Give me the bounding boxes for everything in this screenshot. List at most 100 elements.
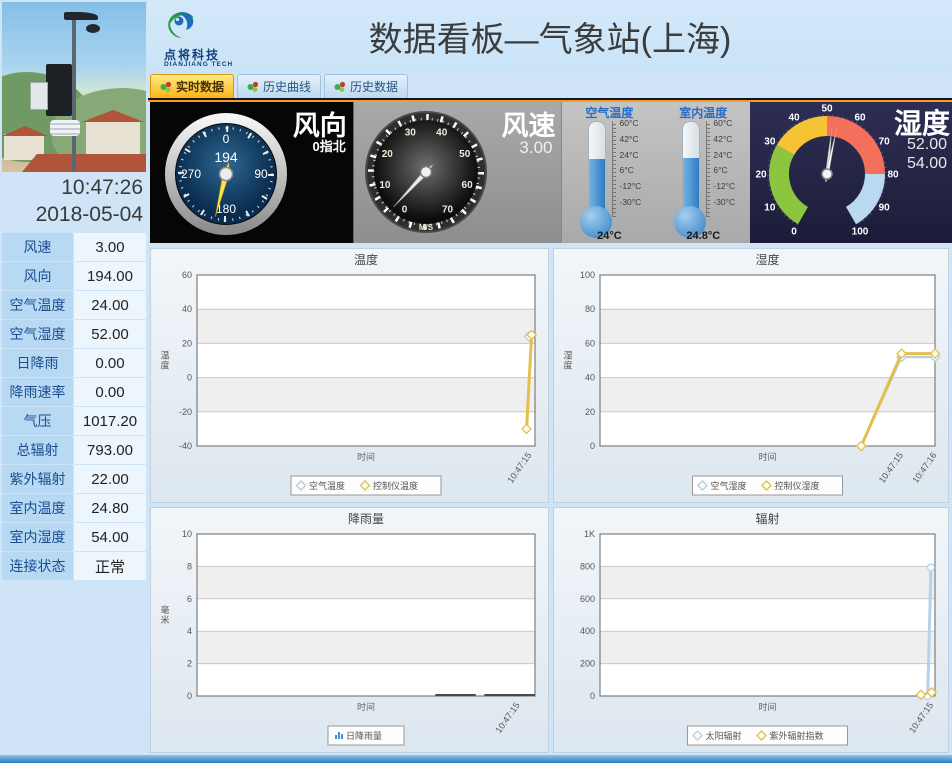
svg-text:-40: -40 [179,441,192,451]
thermometer-scale: 60°C42°C24°C6°C-12°C-30°C [706,121,747,217]
table-row: 气压1017.20 [2,407,146,435]
row-label: 空气湿度 [2,320,73,348]
svg-text:10:47:15: 10:47:15 [505,450,533,484]
svg-text:10: 10 [379,180,391,191]
svg-text:10: 10 [765,203,777,214]
table-row: 风速3.00 [2,233,146,261]
svg-text:空气温度: 空气温度 [309,480,345,491]
svg-text:40: 40 [436,127,448,138]
photo-sensor-box [46,64,72,116]
wind-speed-gauge: 010203040506070 M/S [354,102,504,243]
photo-house [86,120,140,154]
wind-direction-value: 194 [214,149,238,165]
gauge-strip: 090180270 194 风向 0指北 010203040506070 M/S [150,102,952,243]
svg-text:日降雨量: 日降雨量 [346,730,382,741]
svg-text:辐射: 辐射 [755,511,779,526]
svg-text:40: 40 [789,112,801,123]
svg-text:60: 60 [461,180,473,191]
thermometer-air: 空气温度 60°C42°C24°C6°C-12°C-30°C 24°C [562,102,656,243]
logo-subname: DIANJIANG TECH [164,61,233,68]
row-value: 0.00 [74,378,146,406]
chart-humidity: 100806040200湿度湿度10:47:1510:47:16时间空气湿度控制… [553,248,949,503]
svg-text:太阳辐射: 太阳辐射 [706,730,742,741]
tab-history-curve[interactable]: 历史曲线 [237,74,321,98]
svg-text:时间: 时间 [758,701,776,712]
svg-text:10:47:15: 10:47:15 [493,700,521,734]
row-label: 日降雨 [2,349,73,377]
row-value: 1017.20 [74,407,146,435]
photo-station-pole [72,20,76,172]
svg-text:控制仪温度: 控制仪温度 [373,480,418,491]
svg-text:0: 0 [223,132,230,146]
row-value: 52.00 [74,320,146,348]
svg-text:-20: -20 [179,407,192,417]
tab-pinwheel-icon [247,81,259,93]
chart-radiation: 1K8006004002000辐射10:47:15时间太阳辐射紫外辐射指数 [553,507,949,753]
svg-text:90: 90 [254,167,268,181]
humidity-gauge: 0102030405060708090100 [750,102,900,243]
photo-wind-vane [64,12,98,20]
svg-text:800: 800 [580,561,595,571]
row-value: 22.00 [74,465,146,493]
svg-text:600: 600 [580,594,595,604]
tab-pinwheel-icon [160,81,172,93]
table-row: 室内温度24.80 [2,494,146,522]
station-photo [2,2,146,172]
svg-text:6: 6 [187,594,192,604]
table-row: 日降雨0.00 [2,349,146,377]
main-area: 点将科技 DIANJIANG TECH 数据看板—气象站(上海) 实时数据 历史… [148,0,952,755]
row-value: 24.00 [74,291,146,319]
svg-text:控制仪湿度: 控制仪湿度 [775,480,820,491]
row-label: 风向 [2,262,73,290]
row-value: 0.00 [74,349,146,377]
wind-speed-value: 3.00 [519,138,552,158]
row-value: 3.00 [74,233,146,261]
table-row: 降雨速率0.00 [2,378,146,406]
tab-realtime-data[interactable]: 实时数据 [150,74,234,98]
tab-history-data[interactable]: 历史数据 [324,74,408,98]
svg-text:空气湿度: 空气湿度 [711,480,747,491]
sidebar: 10:47:26 2018-05-04 风速3.00风向194.00空气温度24… [0,0,148,755]
bottom-bar [0,755,952,763]
row-value: 54.00 [74,523,146,551]
row-label: 总辐射 [2,436,73,464]
humidity-value-indoor: 54.00 [907,155,947,173]
svg-text:90: 90 [879,203,891,214]
svg-text:0: 0 [590,441,595,451]
svg-text:60: 60 [585,338,595,348]
humidity-value-air: 52.00 [907,136,947,154]
row-label: 室内湿度 [2,523,73,551]
thermometer-tube [682,121,700,215]
wind-direction-subtitle: 0指北 [313,136,346,155]
svg-text:时间: 时间 [357,451,375,462]
svg-text:毫: 毫 [160,604,169,615]
svg-text:度: 度 [160,360,169,371]
thermometer-value: 24.8°C [656,230,750,242]
svg-text:10:47:15: 10:47:15 [907,700,935,734]
svg-text:10:47:15: 10:47:15 [877,450,905,484]
sensor-table: 风速3.00风向194.00空气温度24.00空气湿度52.00日降雨0.00降… [2,233,146,581]
svg-text:米: 米 [160,614,169,625]
thermometer-indoor: 室内温度 60°C42°C24°C6°C-12°C-30°C 24.8°C [656,102,750,243]
svg-text:0: 0 [187,373,192,383]
chart-canvas: 1K8006004002000辐射10:47:15时间太阳辐射紫外辐射指数 [554,508,948,752]
chart-temperature: 6040200-20-40温度温度10:47:15时间空气温度控制仪温度 [150,248,549,503]
tab-label: 历史数据 [350,78,398,95]
thermometer-value: 24°C [562,230,656,242]
svg-text:80: 80 [585,304,595,314]
photo-roof [22,154,146,172]
row-label: 紫外辐射 [2,465,73,493]
svg-text:0: 0 [791,227,797,238]
row-label: 室内温度 [2,494,73,522]
row-label: 连接状态 [2,552,73,580]
svg-text:70: 70 [879,137,891,148]
svg-text:30: 30 [404,127,416,138]
svg-text:时间: 时间 [758,451,776,462]
table-row: 紫外辐射22.00 [2,465,146,493]
svg-text:温: 温 [160,351,169,361]
tab-label: 实时数据 [176,78,224,95]
table-row: 空气温度24.00 [2,291,146,319]
row-label: 风速 [2,233,73,261]
svg-text:50: 50 [459,149,471,160]
table-row: 室内湿度54.00 [2,523,146,551]
